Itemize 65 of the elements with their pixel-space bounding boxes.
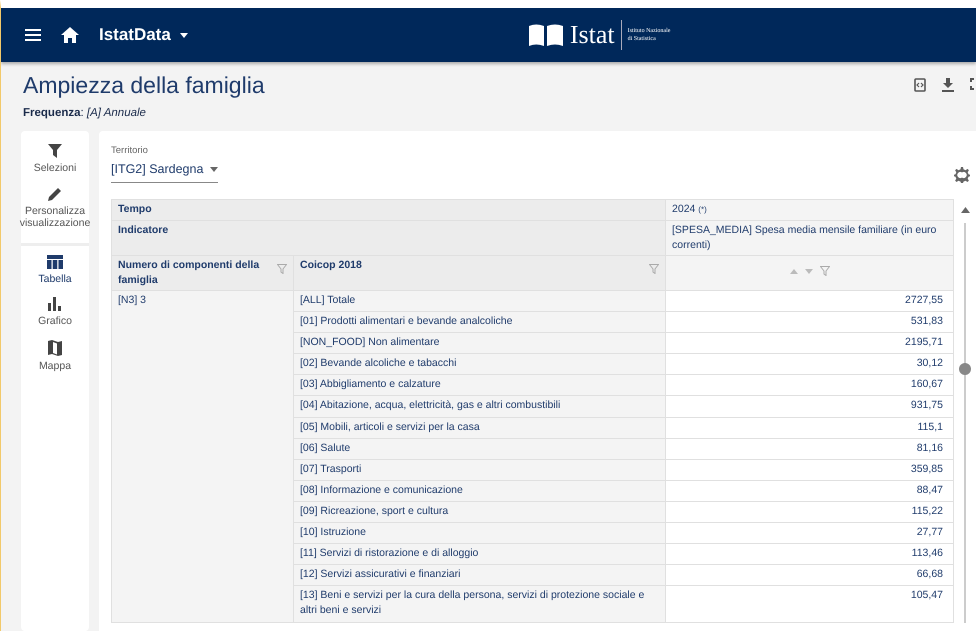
fullscreen-icon[interactable]	[970, 78, 976, 90]
year-label: 2024	[672, 203, 696, 215]
row-label-cell: [12] Servizi assicurativi e finanziari	[294, 564, 666, 586]
row-label-cell: [06] Salute	[294, 438, 666, 460]
row-label-cell: [05] Mobili, articoli e servizi per la casa	[294, 417, 666, 438]
sidebar-item[interactable]: Grafico	[21, 294, 89, 331]
row-label-cell: [13] Beni e servizi per la cura della persona, servizi di protezione sociale e altri beni e servizi	[294, 586, 666, 622]
value-cell: 359,85	[666, 459, 954, 480]
value-cell: 115,22	[666, 501, 954, 522]
column-header: Numero di componenti della famiglia	[118, 258, 260, 288]
row-label-cell: [08] Informazione e comunicazione	[294, 480, 666, 502]
row-label-cell: [11] Servizi di ristorazione e di alloggio	[294, 544, 666, 565]
value-cell: 531,83	[666, 312, 954, 333]
caret-icon	[210, 166, 218, 172]
home-icon[interactable]	[61, 27, 79, 43]
book-logo-icon	[528, 23, 564, 47]
sidebar-item[interactable]: Personalizza visualizzazione	[21, 184, 89, 233]
row-label-cell: [04] Abitazione, acqua, elettricità, gas e altri combustibili	[294, 396, 666, 418]
scroll-up-icon[interactable]	[960, 207, 970, 213]
bar-chart-icon	[48, 297, 62, 312]
value-cell: 113,46	[666, 544, 954, 565]
menu-icon[interactable]	[25, 28, 41, 42]
value-cell: 2727,55	[666, 290, 954, 312]
value-cell: 66,68	[666, 564, 954, 586]
code-icon[interactable]	[914, 78, 926, 92]
header-cell: [SPESA_MEDIA] Spesa media mensile familiare (in euro correnti)	[666, 220, 954, 256]
value-cell: 30,12	[666, 354, 954, 375]
note-mark: (*)	[698, 205, 707, 214]
value-cell: 105,47	[666, 586, 954, 622]
row-label-cell: [01] Prodotti alimentari e bevande analcoliche	[294, 312, 666, 333]
logo-text: Istat	[570, 20, 622, 50]
value-cell: 27,77	[666, 522, 954, 544]
header-cell: Tempo	[112, 200, 666, 221]
sidebar-item[interactable]: Selezioni	[21, 141, 89, 178]
row-label-cell: [NON_FOOD] Non alimentare	[294, 332, 666, 354]
map-icon	[48, 340, 62, 356]
filter-icon	[48, 144, 62, 158]
header-cell: Indicatore	[112, 220, 666, 256]
scroll-thumb[interactable]	[959, 363, 971, 375]
row-label-cell: [10] Istruzione	[294, 522, 666, 544]
settings-icon[interactable]	[954, 167, 970, 183]
row-label-cell: [07] Trasporti	[294, 459, 666, 480]
table-icon	[47, 254, 63, 269]
sidebar-item[interactable]: Tabella	[21, 252, 89, 288]
value-cell: 931,75	[666, 396, 954, 418]
page-title: Ampiezza della famiglia	[23, 72, 265, 99]
frequency-text: Frequenza: [A] Annuale	[22, 106, 147, 119]
app-menu-button[interactable]: IstatData	[99, 25, 188, 45]
value-cell: 88,47	[666, 480, 954, 502]
value-cell: 160,67	[666, 374, 954, 396]
value-cell: 81,16	[666, 438, 954, 460]
territory-dropdown[interactable]: [ITG2] Sardegna	[111, 160, 218, 183]
field-label: Territorio	[111, 145, 149, 156]
value-cell: 2195,71	[666, 332, 954, 354]
column-header: Coicop 2018	[300, 258, 362, 274]
value-cell: 115,1	[666, 417, 954, 438]
row-label-cell: [03] Abbigliamento e calzature	[294, 374, 666, 396]
row-label-cell: [ALL] Totale	[294, 290, 666, 312]
row-group-cell: [N3] 3	[112, 290, 294, 622]
row-label-cell: [09] Ricreazione, sport e cultura	[294, 501, 666, 522]
caret-icon	[180, 32, 188, 38]
download-icon[interactable]	[942, 78, 954, 92]
pencil-icon	[48, 186, 62, 201]
row-label-cell: [02] Bevande alcoliche e tabacchi	[294, 354, 666, 375]
sidebar-item[interactable]: Mappa	[21, 336, 89, 376]
